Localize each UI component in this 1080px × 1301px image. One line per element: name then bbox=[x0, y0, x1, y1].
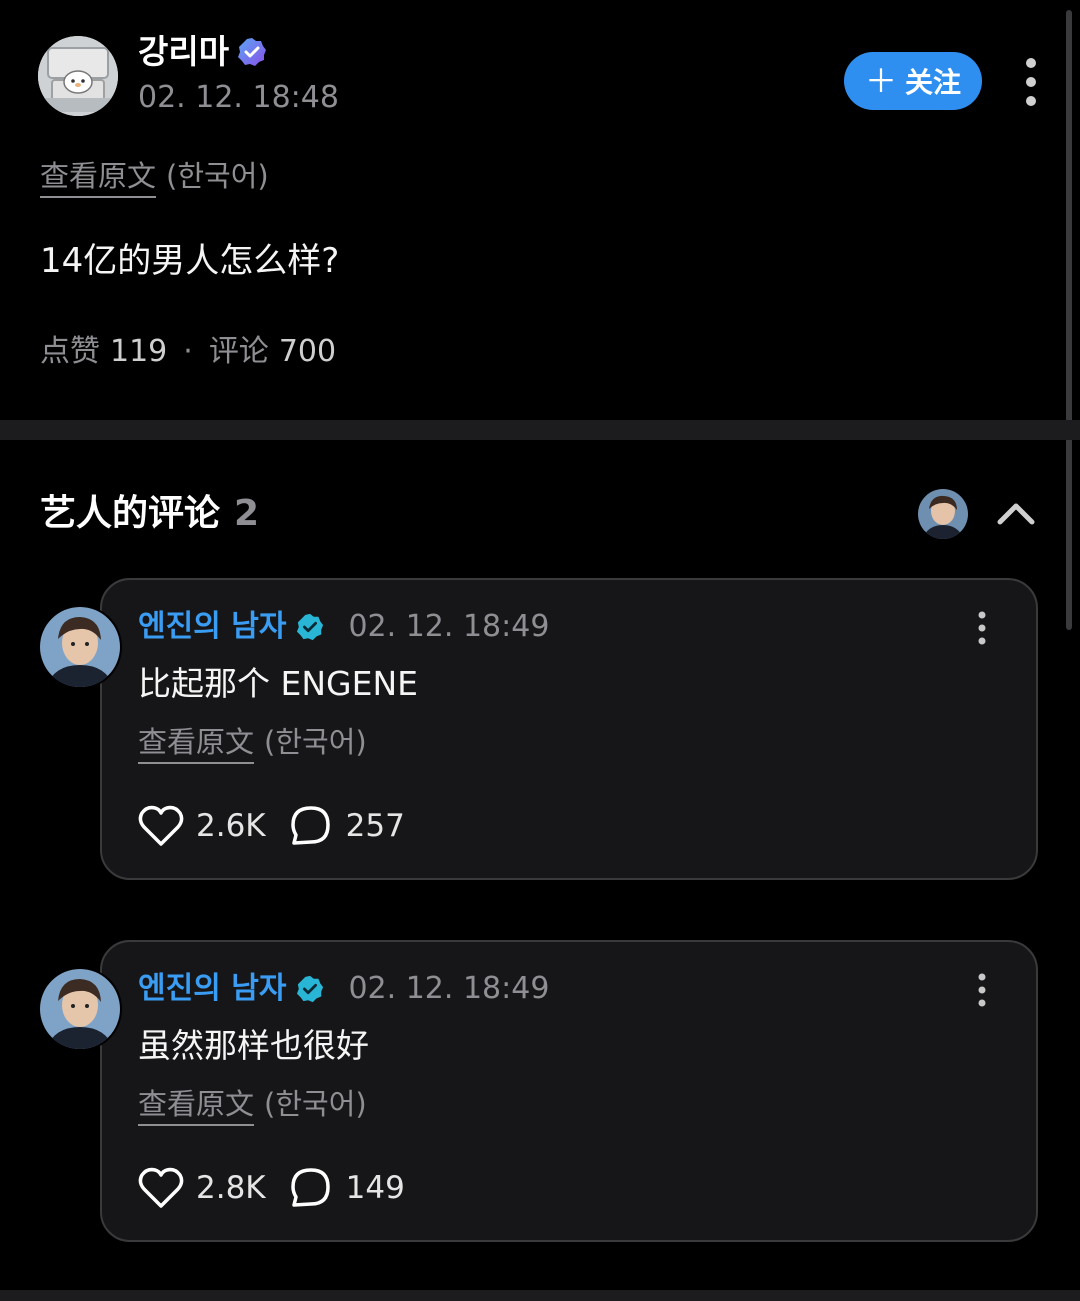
comment-author-name[interactable]: 엔진의 남자 bbox=[138, 967, 286, 1011]
comment-text: 比起那个 ENGENE bbox=[138, 664, 418, 703]
speech-bubble-icon bbox=[288, 1166, 334, 1210]
author-name[interactable]: 강리마 bbox=[138, 28, 229, 76]
reply-count: 149 bbox=[345, 1170, 405, 1206]
post-translate-row: 查看原文 (한국어) bbox=[40, 158, 269, 198]
comment-author-avatar[interactable] bbox=[38, 967, 122, 1051]
follow-button[interactable]: ＋ 关注 bbox=[844, 52, 982, 110]
original-language: (한국어) bbox=[264, 1087, 367, 1121]
artist-avatar-small[interactable] bbox=[918, 489, 968, 539]
likes-label: 点赞 bbox=[40, 334, 100, 369]
likes-count[interactable]: 119 bbox=[110, 330, 167, 374]
speech-bubble-icon bbox=[288, 804, 334, 848]
more-vertical-icon[interactable] bbox=[1022, 56, 1040, 108]
comment-timestamp: 02. 12. 18:49 bbox=[348, 609, 550, 644]
scrollbar[interactable] bbox=[1066, 10, 1072, 630]
comments-count[interactable]: 700 bbox=[279, 330, 336, 374]
verified-badge-teal-icon bbox=[296, 975, 324, 1003]
heart-icon bbox=[138, 1166, 184, 1210]
more-vertical-icon[interactable] bbox=[975, 611, 989, 645]
comment-translate-row: 查看原文 (한국어) bbox=[138, 724, 367, 764]
author-header: 강리마 bbox=[138, 28, 267, 76]
comment-header: 엔진의 남자 02. 12. 18:49 bbox=[138, 605, 549, 649]
view-original-link[interactable]: 查看原文 bbox=[40, 158, 157, 198]
stats-separator: · bbox=[183, 334, 193, 369]
comment-header: 엔진의 남자 02. 12. 18:49 bbox=[138, 967, 549, 1011]
plus-icon: ＋ bbox=[864, 62, 897, 100]
post-timestamp: 02. 12. 18:48 bbox=[138, 80, 339, 115]
view-original-link[interactable]: 查看原文 bbox=[138, 724, 255, 764]
like-button[interactable]: 2.6K bbox=[138, 802, 266, 850]
comment-actions: 2.6K 257 bbox=[138, 802, 427, 850]
post-stats: 点赞 119 · 评论 700 bbox=[40, 330, 336, 374]
bottom-divider bbox=[0, 1290, 1080, 1301]
author-avatar[interactable] bbox=[38, 36, 118, 116]
comment-author-avatar[interactable] bbox=[38, 605, 122, 689]
like-button[interactable]: 2.8K bbox=[138, 1164, 266, 1212]
verified-badge-purple-icon bbox=[237, 37, 267, 67]
comment-translate-row: 查看原文 (한국어) bbox=[138, 1086, 367, 1126]
artist-comments-header: 艺人的评论 2 bbox=[40, 490, 259, 538]
like-count: 2.8K bbox=[196, 1170, 266, 1206]
original-language: (한국어) bbox=[264, 725, 367, 759]
section-title: 艺人的评论 bbox=[40, 493, 221, 534]
like-count: 2.6K bbox=[196, 808, 266, 844]
follow-label: 关注 bbox=[905, 66, 962, 99]
reply-button[interactable]: 149 bbox=[288, 1164, 405, 1212]
post-body: 14亿的男人怎么样? bbox=[40, 241, 340, 281]
section-divider bbox=[0, 420, 1080, 440]
reply-button[interactable]: 257 bbox=[288, 802, 405, 850]
section-count: 2 bbox=[234, 493, 260, 534]
heart-icon bbox=[138, 804, 184, 848]
comment-actions: 2.8K 149 bbox=[138, 1164, 427, 1212]
more-vertical-icon[interactable] bbox=[975, 973, 989, 1007]
comment-timestamp: 02. 12. 18:49 bbox=[348, 971, 550, 1006]
view-original-link[interactable]: 查看原文 bbox=[138, 1086, 255, 1126]
reply-count: 257 bbox=[345, 808, 405, 844]
verified-badge-teal-icon bbox=[296, 613, 324, 641]
original-language: (한국어) bbox=[166, 159, 269, 193]
chevron-up-icon[interactable] bbox=[994, 496, 1038, 530]
comment-author-name[interactable]: 엔진의 남자 bbox=[138, 605, 286, 649]
comment-text: 虽然那样也很好 bbox=[138, 1026, 369, 1065]
comments-label: 评论 bbox=[208, 334, 269, 369]
